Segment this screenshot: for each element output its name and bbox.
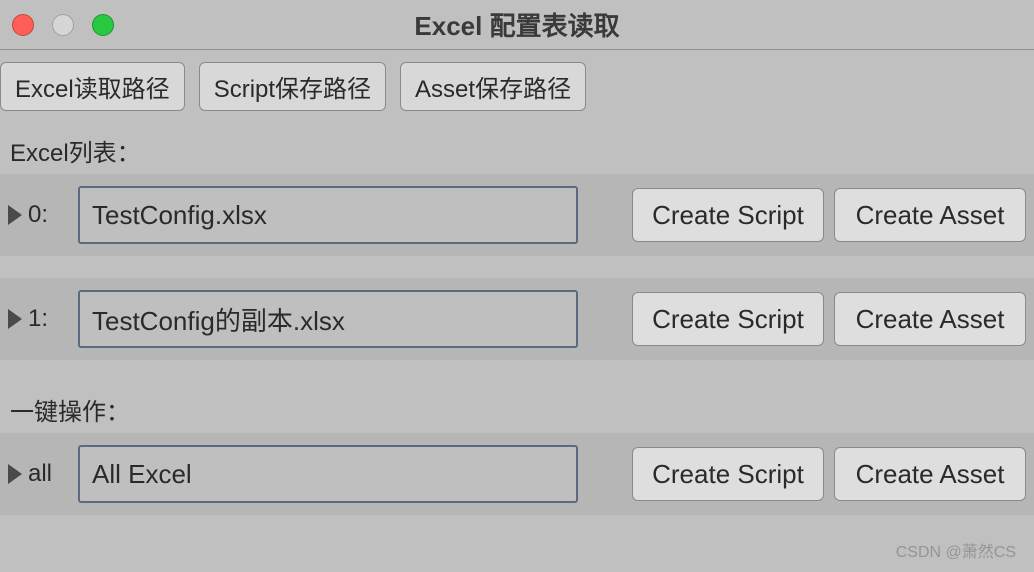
batch-label: 一键操作：: [0, 382, 1034, 433]
row-index: all: [28, 460, 52, 488]
excel-path-button[interactable]: Excel读取路径: [0, 62, 185, 111]
row-index: 1:: [28, 305, 48, 333]
window-title: Excel 配置表读取: [0, 6, 1034, 43]
triangle-right-icon: [8, 309, 22, 329]
list-row: 1: Create Script Create Asset: [0, 278, 1034, 360]
create-script-button[interactable]: Create Script: [632, 188, 824, 242]
row-index: 0:: [28, 201, 48, 229]
triangle-right-icon: [8, 205, 22, 225]
list-row: 0: Create Script Create Asset: [0, 174, 1034, 256]
row-expander[interactable]: 1:: [8, 305, 68, 333]
create-asset-button[interactable]: Create Asset: [834, 447, 1026, 501]
triangle-right-icon: [8, 464, 22, 484]
asset-path-button[interactable]: Asset保存路径: [400, 62, 586, 111]
create-asset-button[interactable]: Create Asset: [834, 188, 1026, 242]
minimize-icon[interactable]: [52, 14, 74, 36]
close-icon[interactable]: [12, 14, 34, 36]
create-asset-button[interactable]: Create Asset: [834, 292, 1026, 346]
batch-row: all Create Script Create Asset: [0, 433, 1034, 515]
toolbar: Excel读取路径 Script保存路径 Asset保存路径: [0, 50, 1034, 123]
row-expander[interactable]: all: [8, 460, 68, 488]
window-controls: [12, 14, 114, 36]
create-script-button[interactable]: Create Script: [632, 447, 824, 501]
excel-list-label: Excel列表：: [0, 123, 1034, 174]
titlebar: Excel 配置表读取: [0, 0, 1034, 50]
watermark: CSDN @萧然CS: [896, 538, 1016, 562]
maximize-icon[interactable]: [92, 14, 114, 36]
script-path-button[interactable]: Script保存路径: [199, 62, 386, 111]
row-expander[interactable]: 0:: [8, 201, 68, 229]
create-script-button[interactable]: Create Script: [632, 292, 824, 346]
filename-input[interactable]: [78, 186, 578, 244]
filename-input[interactable]: [78, 290, 578, 348]
filename-input[interactable]: [78, 445, 578, 503]
